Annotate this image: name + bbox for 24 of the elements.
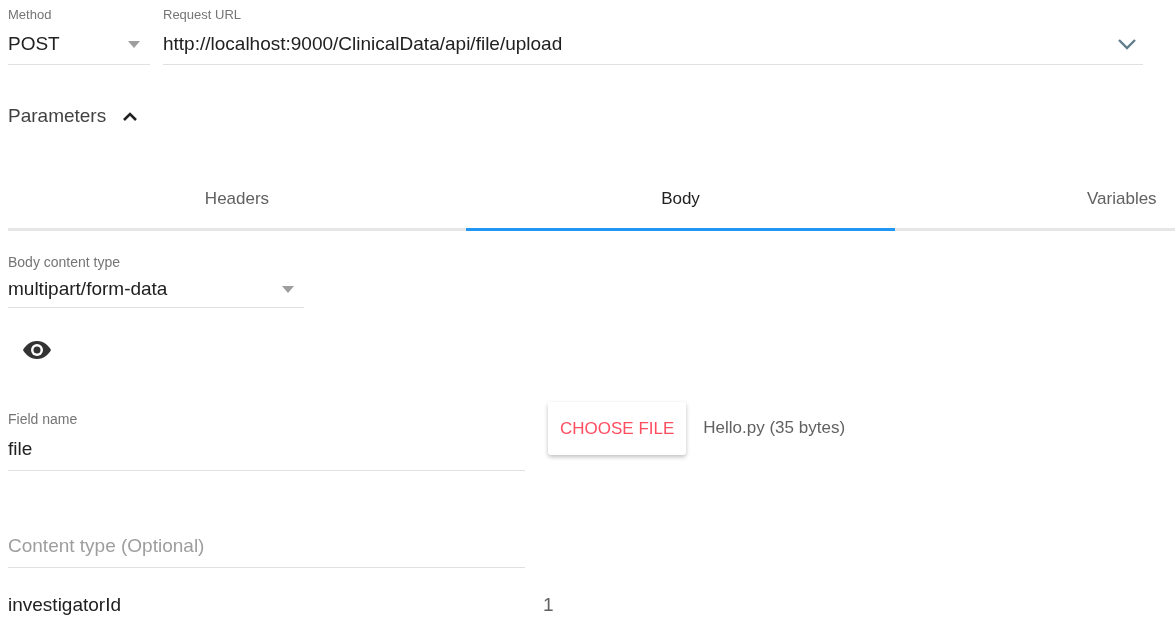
request-url-label: Request URL xyxy=(163,6,243,24)
parameter-name: investigatorId xyxy=(8,594,122,616)
caret-up-icon[interactable] xyxy=(122,110,139,122)
eye-icon[interactable] xyxy=(22,340,52,360)
field-name-label: Field name xyxy=(8,410,79,428)
dropdown-arrow-icon xyxy=(128,40,140,48)
dropdown-arrow-icon xyxy=(282,285,294,293)
tab[interactable]: Body xyxy=(466,169,895,231)
field-name-value: file xyxy=(8,438,33,460)
parameters-label: Parameters xyxy=(8,105,107,127)
method-value: POST xyxy=(8,33,60,55)
file-info: Hello.py (35 bytes) xyxy=(703,418,846,438)
tab[interactable]: Headers xyxy=(8,169,466,231)
request-url-value: http://localhost:9000/ClinicalData/api/file/upload xyxy=(163,33,563,55)
tab[interactable]: Variables xyxy=(895,169,1175,231)
body-content-type-select[interactable]: Body content type multipart/form-data xyxy=(8,253,304,308)
chevron-down-icon[interactable] xyxy=(1117,37,1137,51)
method-select[interactable]: Method POST xyxy=(8,6,150,65)
method-label: Method xyxy=(8,6,53,24)
body-content-type-value: multipart/form-data xyxy=(8,278,168,300)
request-url-field[interactable]: Request URL http://localhost:9000/ClinicalData/api/file/upload xyxy=(163,6,1143,65)
field-name-field[interactable]: Field name file xyxy=(8,410,525,471)
body-content-type-label: Body content type xyxy=(8,253,122,271)
parameter-value: 1 xyxy=(543,594,554,616)
